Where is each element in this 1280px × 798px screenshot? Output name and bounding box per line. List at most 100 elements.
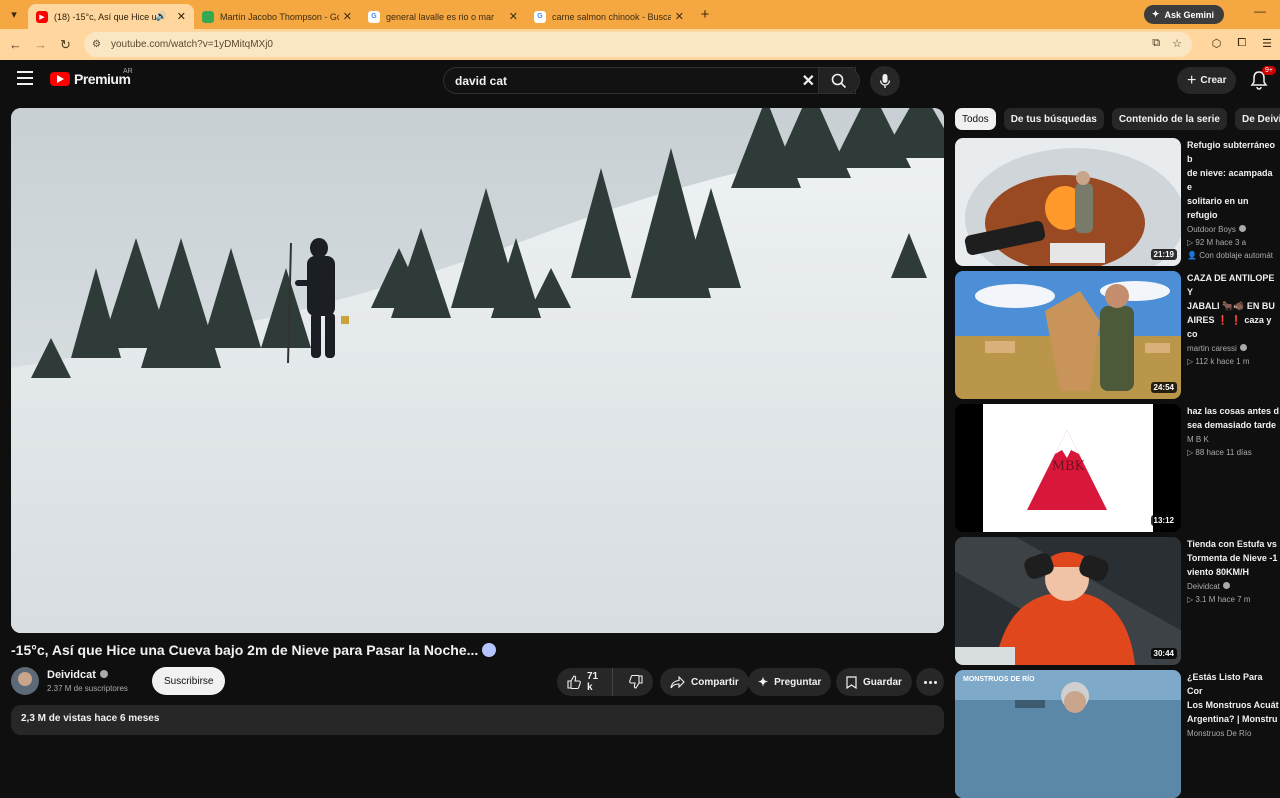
snowstorm-tent-thumbnail-image bbox=[955, 537, 1181, 665]
country-code: AR bbox=[123, 68, 133, 75]
channel-name[interactable]: martin caressi bbox=[1187, 344, 1280, 353]
chip-from-channel[interactable]: De Deividcat bbox=[1234, 108, 1280, 130]
video-title: -15°c, Así que Hice una Cueva bajo 2m de… bbox=[11, 642, 497, 658]
river-monsters-thumbnail-image: MONSTRUOS DE RÍO bbox=[955, 670, 1181, 798]
video-title[interactable]: Tienda con Estufa vs Tormenta de Nieve -… bbox=[1187, 537, 1280, 579]
browser-tab-salmon[interactable]: G carne salmon chinook - Buscar ✕ bbox=[526, 4, 692, 29]
youtube-favicon-icon: ▶ bbox=[36, 10, 48, 23]
video-duration: 30:44 bbox=[1150, 648, 1177, 659]
sparkle-icon: ✦ bbox=[758, 675, 769, 689]
video-thumbnail[interactable]: 24:54 bbox=[955, 271, 1181, 399]
subscribe-button[interactable]: Suscribirse bbox=[152, 667, 226, 695]
views-and-date: 2,3 M de vistas hace 6 meses bbox=[21, 713, 160, 724]
install-app-icon[interactable]: ⧉ bbox=[1152, 37, 1160, 50]
ask-label: Preguntar bbox=[774, 676, 822, 688]
browser-tab-youtube[interactable]: ▶ (18) -15°c, Así que Hice una 🔊 ✕ bbox=[28, 4, 194, 29]
recommendation-item[interactable]: 21:19 Refugio subterráneo b de nieve: ac… bbox=[955, 138, 1280, 266]
new-tab-plus-icon[interactable]: + bbox=[692, 6, 718, 23]
side-panel-icon[interactable]: ☰ bbox=[1262, 37, 1272, 50]
create-button[interactable]: + Crear bbox=[1177, 67, 1237, 94]
close-tab-icon[interactable]: ✕ bbox=[675, 10, 684, 23]
channel-name-text: martin caressi bbox=[1187, 344, 1237, 353]
like-dislike-group: 71 k bbox=[557, 668, 653, 696]
share-button[interactable]: Compartir bbox=[660, 668, 749, 696]
menu-hamburger-icon[interactable] bbox=[17, 71, 33, 85]
minimize-window-icon[interactable]: — bbox=[1254, 4, 1266, 18]
google-favicon-icon: G bbox=[368, 10, 380, 23]
view-count-and-age: ▷ 112 k hace 1 m bbox=[1187, 357, 1250, 366]
tab-search-chevron-icon[interactable]: ▾ bbox=[0, 0, 28, 29]
close-tab-icon[interactable]: ✕ bbox=[509, 10, 518, 23]
description-box[interactable]: 2,3 M de vistas hace 6 meses bbox=[11, 705, 944, 735]
gemini-sparkle-icon: ✦ bbox=[1151, 9, 1160, 19]
extension-icon[interactable]: ⬡ bbox=[1212, 37, 1222, 50]
bookmark-star-icon[interactable]: ☆ bbox=[1172, 37, 1182, 50]
video-thumbnail[interactable]: MBK 13:12 bbox=[955, 404, 1181, 532]
clear-search-icon[interactable]: ✕ bbox=[802, 71, 815, 91]
close-tab-icon[interactable]: ✕ bbox=[177, 10, 186, 23]
google-favicon-icon: G bbox=[534, 10, 546, 23]
channel-name-link[interactable]: Deividcat bbox=[47, 669, 108, 681]
back-arrow-icon[interactable]: ← bbox=[3, 37, 28, 52]
thumbs-up-icon bbox=[567, 675, 581, 689]
ask-gemini-label: Ask Gemini bbox=[1164, 9, 1214, 20]
channel-name[interactable]: Outdoor Boys bbox=[1187, 225, 1280, 234]
channel-name[interactable]: Deividcat bbox=[1187, 582, 1280, 591]
video-thumbnail[interactable]: 30:44 bbox=[955, 537, 1181, 665]
channel-avatar[interactable] bbox=[11, 667, 39, 695]
chip-all[interactable]: Todos bbox=[955, 108, 996, 130]
video-info: ¿Estás Listo Para Cor Los Monstruos Acuá… bbox=[1187, 670, 1280, 738]
speaker-icon[interactable]: 🔊 bbox=[156, 11, 167, 22]
verified-check-icon bbox=[1239, 344, 1247, 351]
save-label: Guardar bbox=[863, 676, 902, 688]
video-player[interactable] bbox=[11, 108, 944, 633]
url-text: youtube.com/watch?v=1yDMitqMXj0 bbox=[110, 39, 273, 50]
reload-icon[interactable]: ↻ bbox=[53, 37, 78, 53]
ask-gemini-button[interactable]: ✦ Ask Gemini bbox=[1143, 5, 1224, 24]
youtube-play-logo-icon bbox=[50, 72, 70, 86]
notifications-button[interactable]: 9+ bbox=[1250, 66, 1276, 92]
video-title[interactable]: haz las cosas antes d sea demasiado tard… bbox=[1187, 404, 1280, 432]
recommendation-item[interactable]: MONSTRUOS DE RÍO ¿Estás Listo Para Cor L… bbox=[955, 670, 1280, 798]
search-input[interactable]: david cat ✕ bbox=[443, 67, 856, 94]
verified-check-icon bbox=[99, 670, 108, 678]
video-thumbnail[interactable]: 21:19 bbox=[955, 138, 1181, 266]
channel-name[interactable]: Monstruos De Río bbox=[1187, 729, 1280, 738]
site-settings-icon[interactable]: ⚙ bbox=[92, 39, 101, 50]
channel-name-text: Outdoor Boys bbox=[1187, 225, 1236, 234]
video-title[interactable]: CAZA DE ANTILOPE Y JABALI 🐂🐗 EN BU AIRES… bbox=[1187, 271, 1280, 341]
more-actions-icon[interactable] bbox=[916, 668, 944, 696]
video-thumbnail[interactable]: MONSTRUOS DE RÍO bbox=[955, 670, 1181, 798]
chip-series-content[interactable]: Contenido de la serie bbox=[1111, 108, 1227, 130]
recommendation-item[interactable]: 30:44 Tienda con Estufa vs Tormenta de N… bbox=[955, 537, 1280, 665]
video-info: CAZA DE ANTILOPE Y JABALI 🐂🐗 EN BU AIRES… bbox=[1187, 271, 1280, 366]
close-tab-icon[interactable]: ✕ bbox=[343, 10, 352, 23]
ask-button[interactable]: ✦ Preguntar bbox=[748, 668, 832, 696]
save-button[interactable]: Guardar bbox=[836, 668, 912, 696]
recommendation-item[interactable]: MBK 13:12 haz las cosas antes d sea dema… bbox=[955, 404, 1280, 532]
video-title[interactable]: Refugio subterráneo b de nieve: acampada… bbox=[1187, 138, 1280, 222]
browser-tab-thompson[interactable]: Martín Jacobo Thompson - Goo ✕ bbox=[194, 4, 360, 29]
recommendation-item[interactable]: 24:54 CAZA DE ANTILOPE Y JABALI 🐂🐗 EN BU… bbox=[955, 271, 1280, 399]
chip-from-searches[interactable]: De tus búsquedas bbox=[1003, 108, 1104, 130]
youtube-premium-logo[interactable]: Premium AR bbox=[50, 68, 133, 87]
tab-title: Martín Jacobo Thompson - Goo bbox=[220, 11, 339, 22]
thumbnail-series-text: MONSTRUOS DE RÍO bbox=[963, 674, 1035, 683]
thumbnail-logo-text: MBK bbox=[1052, 459, 1085, 474]
search-button[interactable] bbox=[818, 67, 860, 94]
video-owner-row: Deividcat 2.37 M de suscriptores Suscrib… bbox=[11, 666, 944, 698]
site-favicon-icon bbox=[202, 10, 214, 23]
forward-arrow-icon[interactable]: → bbox=[28, 37, 53, 52]
voice-search-button[interactable] bbox=[870, 66, 900, 96]
dislike-button[interactable] bbox=[619, 668, 653, 696]
snow-cave-thumbnail-image bbox=[955, 138, 1181, 266]
extensions-puzzle-icon[interactable]: ⧠ bbox=[1237, 37, 1246, 50]
search-query: david cat bbox=[455, 73, 508, 88]
channel-name[interactable]: M B K bbox=[1187, 435, 1280, 444]
youtube-masthead: Premium AR david cat ✕ + Crear 9+ bbox=[0, 60, 1280, 102]
browser-tab-lavalle[interactable]: G general lavalle es rio o mar ✕ bbox=[360, 4, 526, 29]
mbk-mountain-logo-thumbnail: MBK bbox=[983, 404, 1153, 532]
like-button[interactable]: 71 k bbox=[557, 668, 613, 696]
address-bar[interactable]: ⚙ youtube.com/watch?v=1yDMitqMXj0 ⧉ ☆ bbox=[84, 32, 1192, 57]
video-title[interactable]: ¿Estás Listo Para Cor Los Monstruos Acuá… bbox=[1187, 670, 1280, 726]
